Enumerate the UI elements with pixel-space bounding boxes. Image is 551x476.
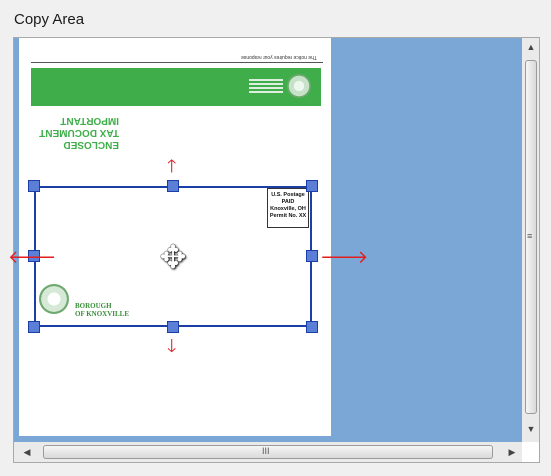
arrow-right-icon: 🡒	[320, 247, 369, 267]
move-cursor-icon: ✥	[159, 239, 187, 275]
scroll-right-button[interactable]: ▶	[505, 447, 519, 458]
seal-icon	[287, 74, 311, 98]
horizontal-grip-icon: III	[262, 446, 270, 456]
scroll-up-button[interactable]: ▲	[524, 42, 538, 52]
scroll-down-button[interactable]: ▼	[524, 424, 538, 434]
resize-handle-bottom-left[interactable]	[28, 321, 40, 333]
scroll-left-button[interactable]: ◀	[20, 447, 34, 458]
arrow-up-icon: 🡑	[167, 156, 177, 176]
resize-handle-top[interactable]	[167, 180, 179, 192]
resize-handle-right[interactable]	[306, 250, 318, 262]
vertical-grip-icon: ≡	[527, 231, 533, 241]
resize-handle-bottom-right[interactable]	[306, 321, 318, 333]
document-top-text: The notice requires your response	[241, 54, 317, 60]
panel-title: Copy Area	[14, 11, 85, 28]
notice-text: ENCLOSED TAX DOCUMENT IMPORTANT	[39, 114, 119, 150]
notice-line: ENCLOSED	[63, 139, 119, 150]
green-header-band	[31, 68, 321, 106]
arrow-down-icon: 🡓	[167, 336, 177, 356]
notice-line: IMPORTANT	[60, 115, 119, 126]
resize-handle-top-right[interactable]	[306, 180, 318, 192]
band-text-block	[249, 79, 283, 93]
resize-handle-bottom[interactable]	[167, 321, 179, 333]
resize-handle-top-left[interactable]	[28, 180, 40, 192]
document-rule	[31, 62, 323, 63]
notice-line: TAX DOCUMENT	[39, 127, 119, 138]
arrow-left-icon: 🡐	[8, 247, 57, 267]
